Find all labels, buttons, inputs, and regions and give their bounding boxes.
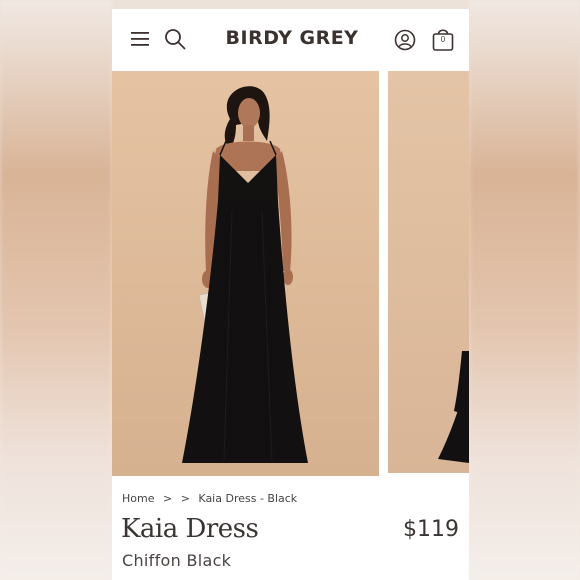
- breadcrumb: Home > > Kaia Dress - Black: [122, 492, 302, 505]
- product-image-main[interactable]: [112, 71, 379, 476]
- mobile-page: BIRDY GREY 0 Home > > Kaia Dress - Black…: [112, 9, 469, 580]
- background-blur-right: [469, 0, 580, 580]
- background-blur-left: [0, 0, 112, 580]
- breadcrumb-current: Kaia Dress - Black: [198, 492, 298, 505]
- bag-count-badge: 0: [440, 35, 446, 44]
- product-price: $119: [403, 517, 459, 542]
- model-illustration: [182, 86, 308, 463]
- breadcrumb-separator: >: [162, 492, 173, 505]
- model-side-illustration: [438, 351, 469, 463]
- shopping-bag-button[interactable]: 0: [431, 26, 455, 52]
- product-variant: Chiffon Black: [122, 551, 232, 570]
- search-icon[interactable]: [164, 28, 186, 50]
- site-header: BIRDY GREY 0: [112, 9, 469, 71]
- breadcrumb-separator: >: [180, 492, 190, 505]
- product-title: Kaia Dress: [121, 514, 259, 544]
- product-image-gallery[interactable]: [112, 71, 469, 476]
- breadcrumb-home-link[interactable]: Home: [122, 492, 154, 505]
- account-icon[interactable]: [394, 29, 416, 51]
- menu-icon[interactable]: [131, 31, 149, 47]
- product-image-secondary[interactable]: [388, 71, 469, 473]
- brand-logo[interactable]: BIRDY GREY: [212, 27, 372, 49]
